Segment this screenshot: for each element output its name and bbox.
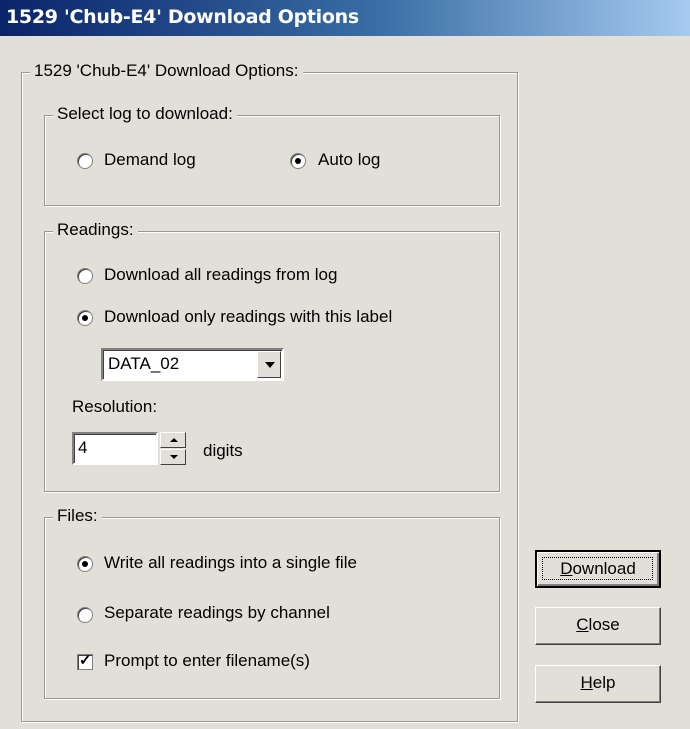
dialog-client-area: 1529 'Chub-E4' Download Options: Select … bbox=[0, 36, 690, 729]
main-options-legend: 1529 'Chub-E4' Download Options: bbox=[30, 61, 303, 81]
auto-log-label[interactable]: Auto log bbox=[318, 150, 380, 170]
download-button[interactable]: Download bbox=[535, 550, 661, 588]
single-file-radio[interactable] bbox=[77, 556, 93, 572]
files-legend: Files: bbox=[53, 506, 102, 526]
checkmark-icon: ✓ bbox=[79, 652, 92, 669]
download-all-readings-radio[interactable] bbox=[77, 268, 93, 284]
prompt-filename-label[interactable]: Prompt to enter filename(s) bbox=[104, 651, 310, 671]
digits-label: digits bbox=[203, 441, 243, 460]
resolution-input[interactable]: 4 bbox=[72, 432, 158, 465]
download-labelled-readings-radio[interactable] bbox=[77, 310, 93, 326]
close-button[interactable]: Close bbox=[535, 607, 661, 645]
resolution-value: 4 bbox=[78, 438, 88, 457]
auto-log-radio[interactable] bbox=[290, 153, 306, 169]
reading-label-value: DATA_02 bbox=[108, 354, 180, 373]
title-bar[interactable]: 1529 'Chub-E4' Download Options bbox=[0, 0, 690, 36]
download-labelled-readings-label[interactable]: Download only readings with this label bbox=[104, 307, 392, 327]
demand-log-label[interactable]: Demand log bbox=[104, 150, 196, 170]
help-button[interactable]: Help bbox=[535, 665, 661, 703]
separate-by-channel-radio[interactable] bbox=[77, 607, 93, 623]
demand-log-radio[interactable] bbox=[77, 153, 93, 169]
prompt-filename-checkbox[interactable]: ✓ bbox=[77, 652, 93, 670]
download-all-readings-label[interactable]: Download all readings from log bbox=[104, 265, 337, 285]
readings-legend: Readings: bbox=[53, 220, 138, 240]
separate-by-channel-label[interactable]: Separate readings by channel bbox=[104, 603, 330, 623]
chevron-down-icon[interactable] bbox=[257, 351, 281, 378]
reading-label-dropdown[interactable]: DATA_02 bbox=[101, 348, 284, 381]
resolution-label: Resolution: bbox=[72, 397, 158, 416]
arrow-down-icon[interactable] bbox=[160, 449, 186, 465]
select-log-legend: Select log to download: bbox=[53, 104, 237, 124]
arrow-up-icon[interactable] bbox=[160, 432, 186, 448]
download-options-dialog: 1529 'Chub-E4' Download Options 1529 'Ch… bbox=[0, 0, 690, 729]
window-title: 1529 'Chub-E4' Download Options bbox=[6, 6, 359, 28]
single-file-label[interactable]: Write all readings into a single file bbox=[104, 553, 357, 573]
